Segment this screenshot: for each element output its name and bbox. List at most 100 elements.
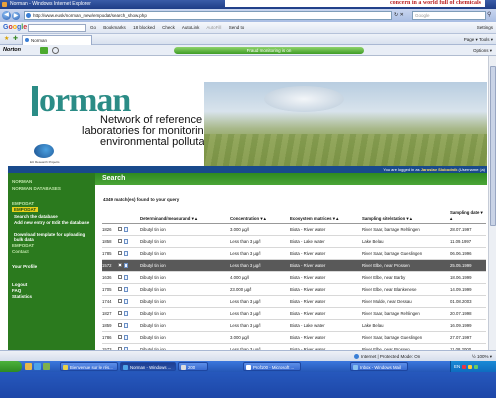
cell-determinand[interactable]: Dibutyl tin ion	[140, 235, 230, 248]
sidebar-item-statistics[interactable]: Statistics	[12, 294, 32, 299]
check-button[interactable]: Check	[162, 25, 175, 30]
document-icon[interactable]	[124, 286, 128, 292]
document-icon[interactable]	[124, 334, 128, 340]
row-checkbox[interactable]	[118, 227, 122, 232]
bookmarks-button[interactable]: Bookmarks	[103, 25, 126, 30]
document-icon[interactable]	[124, 310, 128, 316]
task-inbox[interactable]: Inbox - Windows Mail	[350, 362, 408, 371]
favorites-star-icon[interactable]: ★	[4, 34, 9, 45]
table-row[interactable]: 1705 Dibutyl tin ion 23.000 µg/l Biota - Ri…	[102, 283, 486, 296]
scrollbar-thumb[interactable]	[490, 66, 496, 226]
quick-launch-folder-icon[interactable]	[25, 363, 32, 370]
task-bienvenue[interactable]: Bienvenue sur le rés...	[60, 362, 118, 371]
column-header-determinand[interactable]: Determinand/measurand ▾ ▴	[140, 209, 230, 224]
sidebar-item-active[interactable]: EMPODAT	[12, 207, 39, 212]
row-checkbox[interactable]	[118, 287, 122, 292]
quick-launch-ie-icon[interactable]	[34, 363, 41, 370]
norton-options-menu[interactable]: Options ▾	[473, 45, 492, 56]
norton-settings-icon[interactable]	[52, 47, 59, 54]
add-favorite-icon[interactable]: ✚	[13, 34, 18, 45]
go-button[interactable]: Go	[90, 25, 96, 30]
cell-determinand[interactable]: Dibutyl tin ion	[140, 223, 230, 236]
forward-arrow-icon[interactable]: ▶	[12, 11, 20, 20]
row-checkbox[interactable]	[118, 311, 122, 316]
column-header-site[interactable]: Sampling site/station ▾ ▴	[362, 209, 450, 224]
table-row[interactable]: 1572 Dibutyl tin ion Less than 3 µg/l Biota…	[102, 259, 486, 272]
cell-determinand[interactable]: Dibutyl tin ion	[140, 283, 230, 296]
row-checkbox[interactable]	[118, 239, 122, 244]
row-checkbox[interactable]	[118, 335, 122, 340]
sidebar-item-profile[interactable]: Your Profile	[12, 264, 37, 269]
sidebar-item-add-entry[interactable]: Add new entry or Edit the database	[14, 220, 92, 225]
document-icon[interactable]	[124, 238, 128, 244]
document-icon[interactable]	[124, 250, 128, 256]
row-checkbox[interactable]	[118, 323, 122, 328]
overlay-ad-banner[interactable]: concern in a world full of chemicals	[225, 0, 485, 7]
tab-norman[interactable]: Norman	[22, 35, 92, 45]
sidebar-item-empodat-header[interactable]: EMPODAT	[12, 201, 34, 206]
row-checkbox[interactable]	[118, 251, 122, 256]
sidebar-item-logout[interactable]: Logout	[12, 282, 27, 287]
task-200[interactable]: 200	[178, 362, 208, 371]
language-indicator[interactable]: EN	[454, 364, 460, 369]
sidebar-item-search-database[interactable]: Search the database	[14, 214, 58, 219]
document-icon[interactable]	[124, 298, 128, 304]
column-header-concentration[interactable]: Concentration ▾ ▴	[230, 209, 290, 224]
document-icon[interactable]	[124, 262, 128, 268]
cell-determinand[interactable]: Dibutyl tin ion	[140, 271, 230, 284]
sidebar-item-empodat[interactable]: EMPODAT	[12, 243, 34, 248]
cell-determinand[interactable]: Dibutyl tin ion	[140, 343, 230, 350]
row-checkbox[interactable]	[118, 275, 122, 280]
table-row[interactable]: 1786 Dibutyl tin ion 3.000 µg/l Biota - Riv…	[102, 331, 486, 344]
document-icon[interactable]	[124, 322, 128, 328]
sidebar-item-norman[interactable]: NORMAN	[12, 179, 32, 184]
tray-volume-icon[interactable]	[474, 364, 479, 369]
search-icon[interactable]: ⚲	[487, 12, 494, 19]
sidebar-item-contact[interactable]: Contact	[12, 249, 29, 254]
table-row[interactable]: 1785 Dibutyl tin ion Less than 3 µg/l Biota…	[102, 247, 486, 260]
popup-blocked-button[interactable]: 18 blocked	[133, 25, 155, 30]
vertical-scrollbar[interactable]	[488, 56, 496, 350]
search-input[interactable]: Google	[412, 11, 486, 20]
cell-determinand[interactable]: Dibutyl tin ion	[140, 259, 230, 272]
table-row[interactable]: 1744 Dibutyl tin ion Less than 3 µg/l Biota…	[102, 295, 486, 308]
url-input[interactable]: http://www.eusk/norman_new/empodat/searc…	[24, 11, 392, 20]
sidebar-item-faq[interactable]: FAQ	[12, 288, 21, 293]
autofill-button[interactable]: AutoFill	[206, 25, 221, 30]
fraud-monitoring-status[interactable]: Fraud monitoring is on	[174, 47, 364, 54]
cell-determinand[interactable]: Dibutyl tin ion	[140, 247, 230, 260]
task-prof100[interactable]: Prof100 - Microsoft ...	[243, 362, 301, 371]
google-search-input[interactable]	[28, 24, 86, 32]
cell-determinand[interactable]: Dibutyl tin ion	[140, 319, 230, 332]
column-header-matrix[interactable]: Ecosystem matrices ▾ ▴	[290, 209, 362, 224]
refresh-stop-icons[interactable]: ↻ ✕	[394, 11, 404, 20]
back-arrow-icon[interactable]: ◀	[2, 11, 11, 20]
row-checkbox[interactable]	[118, 263, 122, 268]
quick-launch-desktop-icon[interactable]	[43, 363, 50, 370]
cell-determinand[interactable]: Dibutyl tin ion	[140, 331, 230, 344]
norman-logo[interactable]: orman	[32, 84, 131, 118]
table-row[interactable]: 1858 Dibutyl tin ion Less than 3 µg/l Biota…	[102, 235, 486, 248]
tray-antivirus-icon[interactable]	[461, 364, 466, 369]
table-row[interactable]: 1826 Dibutyl tin ion 3.000 µg/l Biota - Riv…	[102, 223, 486, 236]
task-norman[interactable]: Norman - Windows ...	[120, 362, 176, 371]
row-checkbox[interactable]	[118, 299, 122, 304]
document-icon[interactable]	[124, 274, 128, 280]
sidebar-item-download-template[interactable]: Download template for uploading bulk dat…	[14, 232, 92, 242]
autolink-button[interactable]: AutoLink	[182, 25, 200, 30]
tray-network-icon[interactable]	[467, 364, 472, 369]
column-header-date[interactable]: Sampling date ▾ ▴	[450, 209, 486, 224]
sidebar-item-norman-databases[interactable]: NORMAN DATABASES	[12, 186, 61, 191]
document-icon[interactable]	[124, 226, 128, 232]
norton-safe-icon[interactable]	[40, 47, 48, 54]
cell-determinand[interactable]: Dibutyl tin ion	[140, 307, 230, 320]
send-to-button[interactable]: Send to	[229, 25, 245, 30]
table-row[interactable]: 1859 Dibutyl tin ion Less than 3 µg/l Biota…	[102, 319, 486, 332]
table-row[interactable]: 1573 Dibutyl tin ion Less than 3 µg/l Biota…	[102, 343, 486, 350]
start-button[interactable]	[0, 361, 22, 372]
cell-determinand[interactable]: Dibutyl tin ion	[140, 295, 230, 308]
settings-button[interactable]: Settings	[477, 22, 493, 33]
page-tools-menu[interactable]: Page ▾ Tools ▾	[464, 34, 493, 45]
table-row[interactable]: 1636 Dibutyl tin ion 4.000 µg/l Biota - Riv…	[102, 271, 486, 284]
table-row[interactable]: 1827 Dibutyl tin ion Less than 3 µg/l Biota…	[102, 307, 486, 320]
